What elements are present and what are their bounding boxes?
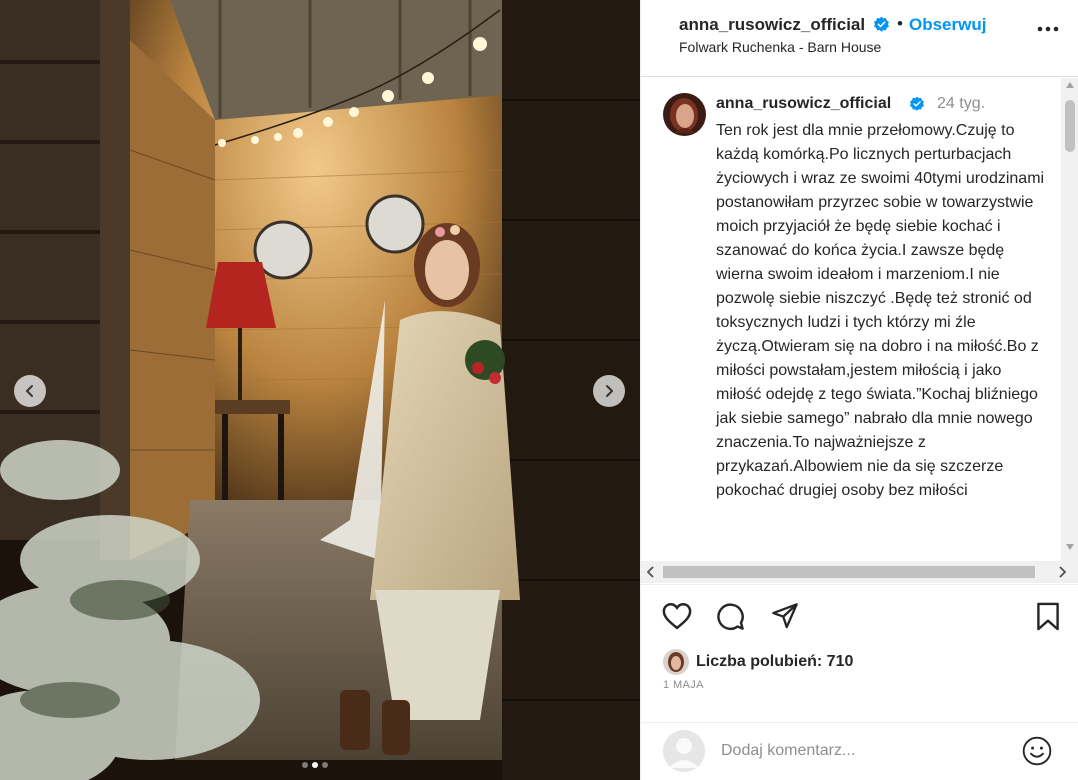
chevron-left-icon	[26, 385, 33, 397]
vertical-scroll-thumb[interactable]	[1065, 100, 1075, 152]
instagram-post: anna_rusowicz_official • Obserwuj Folwar…	[0, 0, 1078, 780]
carousel-prev-button[interactable]	[14, 375, 46, 407]
emoji-icon[interactable]	[1021, 735, 1053, 767]
likes-row[interactable]: Liczba polubień: 710	[663, 649, 853, 675]
carousel-dot	[322, 762, 328, 768]
header-separator: •	[897, 14, 903, 33]
bookmark-icon[interactable]	[1036, 602, 1060, 631]
caption-avatar[interactable]	[663, 93, 706, 136]
avatar-image	[663, 93, 706, 136]
post-location[interactable]: Folwark Ruchenka - Barn House	[679, 39, 881, 55]
caption-vertical-scrollbar[interactable]	[1061, 78, 1078, 561]
header-username[interactable]: anna_rusowicz_official	[679, 15, 865, 35]
likes-count[interactable]: Liczba polubień: 710	[696, 653, 853, 671]
share-icon[interactable]	[771, 602, 799, 630]
chevron-right-icon	[606, 385, 613, 397]
carousel-next-button[interactable]	[593, 375, 625, 407]
add-comment-bar	[641, 722, 1078, 780]
caption-section: anna_rusowicz_official 24 tyg. Ten rok j…	[641, 78, 1078, 584]
comment-input[interactable]	[721, 737, 1001, 765]
photo-scene	[0, 0, 640, 780]
liker-avatar[interactable]	[663, 649, 689, 675]
post-side-panel: anna_rusowicz_official • Obserwuj Folwar…	[640, 0, 1078, 780]
scroll-up-arrow-icon[interactable]	[1066, 82, 1074, 88]
verified-badge-icon	[910, 96, 924, 111]
post-date[interactable]: 1 MAJA	[663, 679, 704, 691]
heart-icon[interactable]	[662, 602, 692, 630]
verified-badge-icon	[874, 16, 889, 32]
comment-icon[interactable]	[716, 602, 745, 631]
carousel-dot	[302, 762, 308, 768]
scroll-right-arrow-icon[interactable]	[1059, 566, 1066, 578]
post-photo[interactable]	[0, 0, 640, 780]
caption-username[interactable]: anna_rusowicz_official	[716, 95, 891, 113]
scroll-down-arrow-icon[interactable]	[1066, 544, 1074, 550]
avatar-image	[663, 649, 689, 675]
horizontal-scroll-thumb[interactable]	[663, 566, 1035, 578]
carousel-dot-active	[312, 762, 318, 768]
default-avatar-icon	[663, 730, 705, 772]
scroll-left-arrow-icon[interactable]	[647, 566, 654, 578]
post-actions: Liczba polubień: 710 1 MAJA	[641, 584, 1078, 720]
caption-horizontal-scrollbar[interactable]	[641, 561, 1078, 583]
carousel-dots	[302, 762, 328, 768]
caption-text: Ten rok jest dla mnie przełomowy.Czuję t…	[716, 122, 1045, 499]
follow-button[interactable]: Obserwuj	[909, 15, 986, 35]
current-user-avatar[interactable]	[663, 730, 705, 772]
more-options-icon[interactable]	[1037, 26, 1059, 32]
caption-timestamp[interactable]: 24 tyg.	[937, 95, 985, 113]
post-header: anna_rusowicz_official • Obserwuj Folwar…	[641, 0, 1078, 77]
